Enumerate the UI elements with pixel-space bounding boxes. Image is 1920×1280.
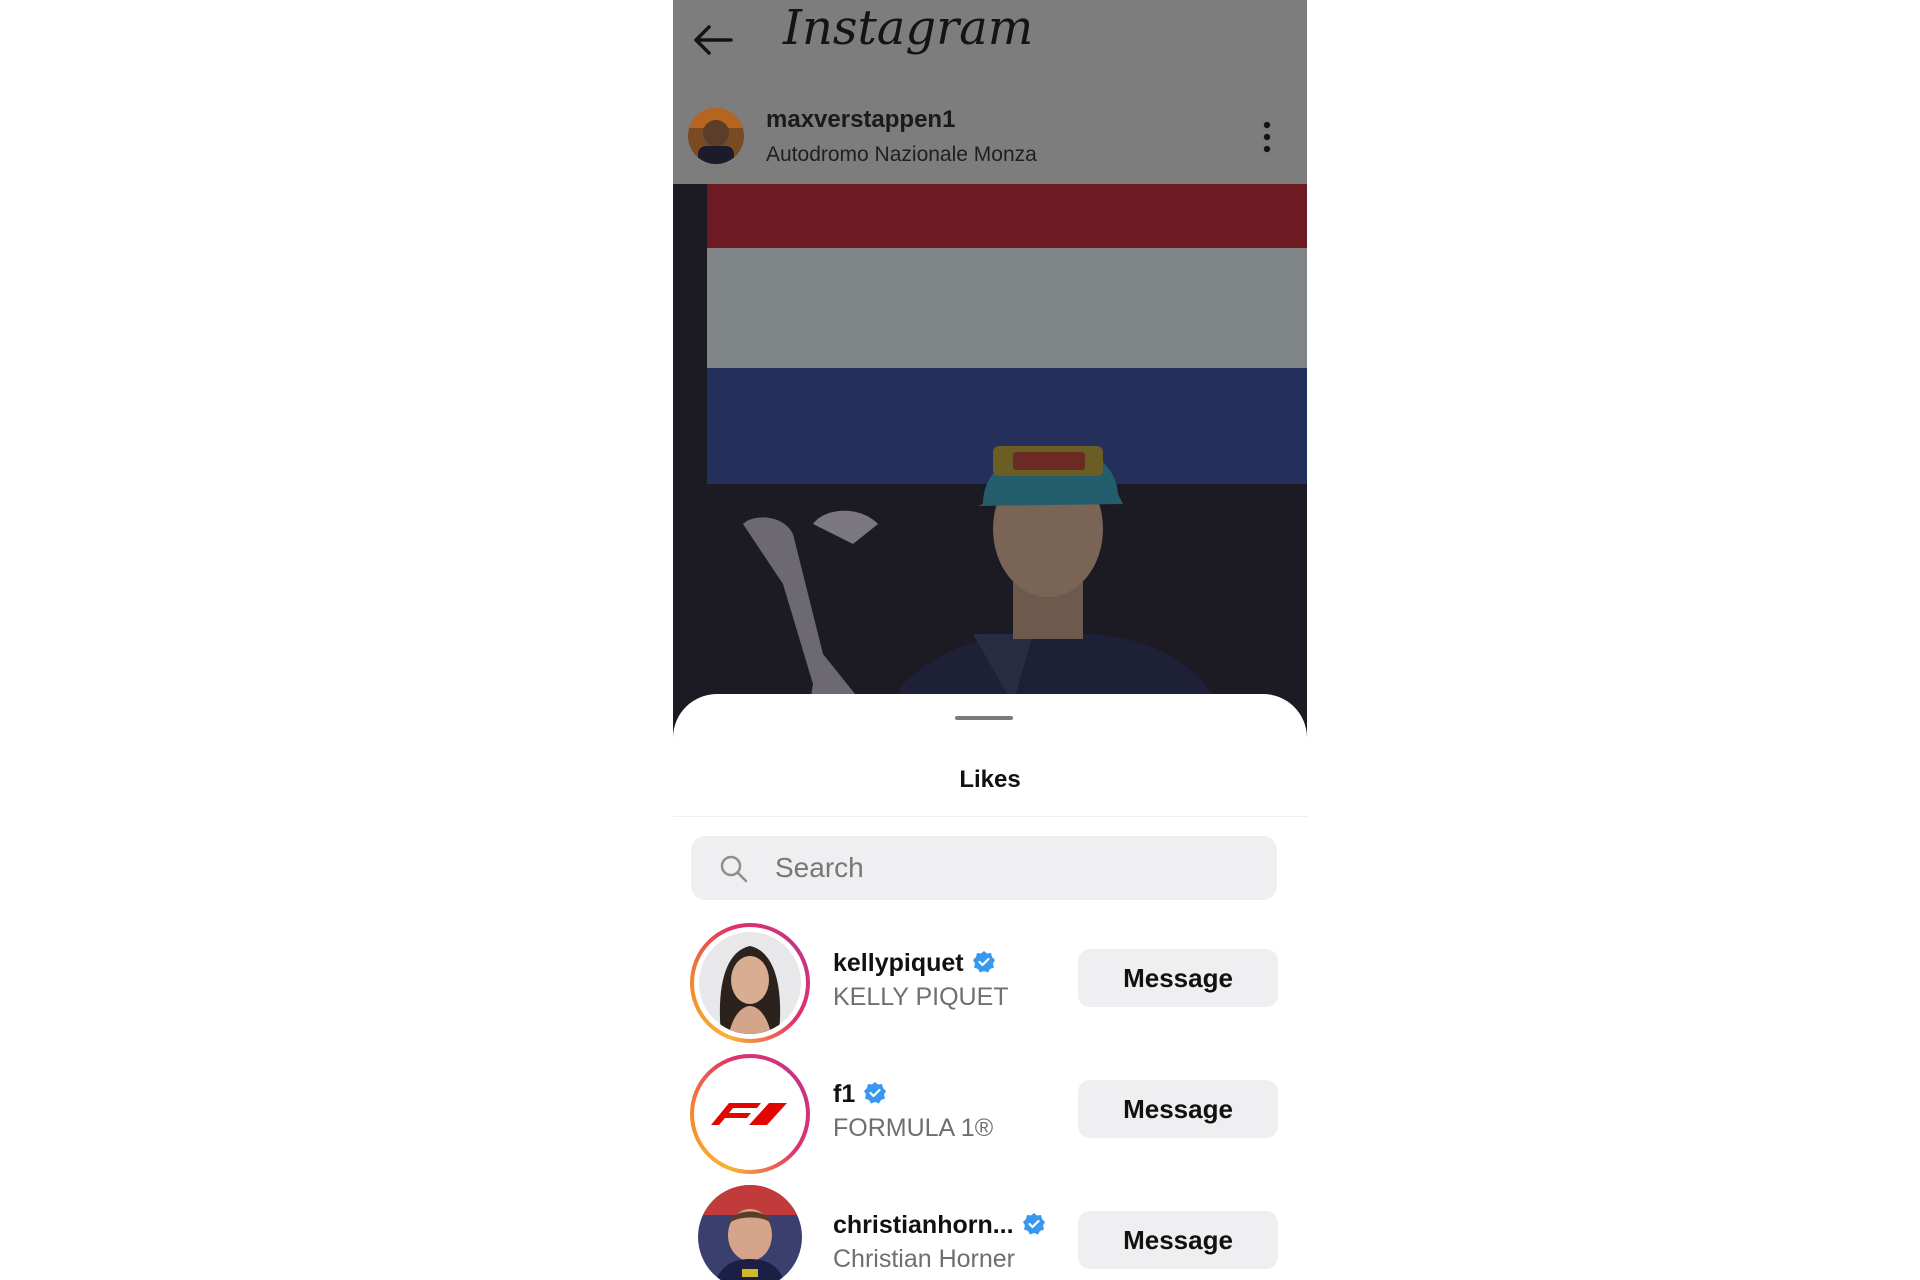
likes-sheet: Likes Search kellypiquet KELLY PIQUET Me…: [673, 694, 1307, 1280]
search-icon: [720, 855, 748, 883]
user-full-name: FORMULA 1®: [833, 1114, 994, 1142]
user-full-name: KELLY PIQUET: [833, 983, 1009, 1011]
user-handle[interactable]: kellypiquet: [833, 949, 996, 978]
user-full-name: Christian Horner: [833, 1245, 1016, 1273]
user-handle[interactable]: christianhorn...: [833, 1211, 1046, 1240]
instagram-logo: Instagram: [783, 0, 1034, 56]
verified-badge-icon: [864, 1082, 887, 1104]
message-button[interactable]: Message: [1078, 949, 1278, 1007]
list-item[interactable]: kellypiquet KELLY PIQUET Message: [673, 919, 1307, 1045]
sheet-title: Likes: [959, 766, 1021, 793]
post-image: [673, 184, 1307, 744]
avatar[interactable]: [690, 923, 810, 1043]
user-handle[interactable]: f1: [833, 1080, 887, 1109]
more-options-icon[interactable]: [1259, 120, 1275, 154]
sheet-drag-handle[interactable]: [955, 716, 1013, 720]
search-input[interactable]: [761, 836, 1275, 900]
verified-badge-icon: [1022, 1213, 1045, 1235]
avatar[interactable]: [698, 1185, 802, 1280]
post-username[interactable]: maxverstappen1: [766, 106, 955, 134]
avatar[interactable]: [690, 1054, 810, 1174]
divider: [673, 816, 1307, 817]
message-button[interactable]: Message: [1078, 1211, 1278, 1269]
verified-badge-icon: [972, 951, 995, 973]
post-author-avatar[interactable]: [688, 108, 744, 164]
search-bar[interactable]: [691, 836, 1277, 900]
phone-screen: Instagram maxverstappen1 Autodromo Nazio…: [673, 0, 1307, 1280]
list-item[interactable]: f1 FORMULA 1® Message: [673, 1050, 1307, 1176]
post-location[interactable]: Autodromo Nazionale Monza: [766, 143, 1037, 167]
message-button[interactable]: Message: [1078, 1080, 1278, 1138]
app-header: Instagram maxverstappen1 Autodromo Nazio…: [673, 0, 1307, 184]
back-arrow-icon[interactable]: [689, 20, 737, 60]
list-item[interactable]: christianhorn... Christian Horner Messag…: [673, 1181, 1307, 1280]
